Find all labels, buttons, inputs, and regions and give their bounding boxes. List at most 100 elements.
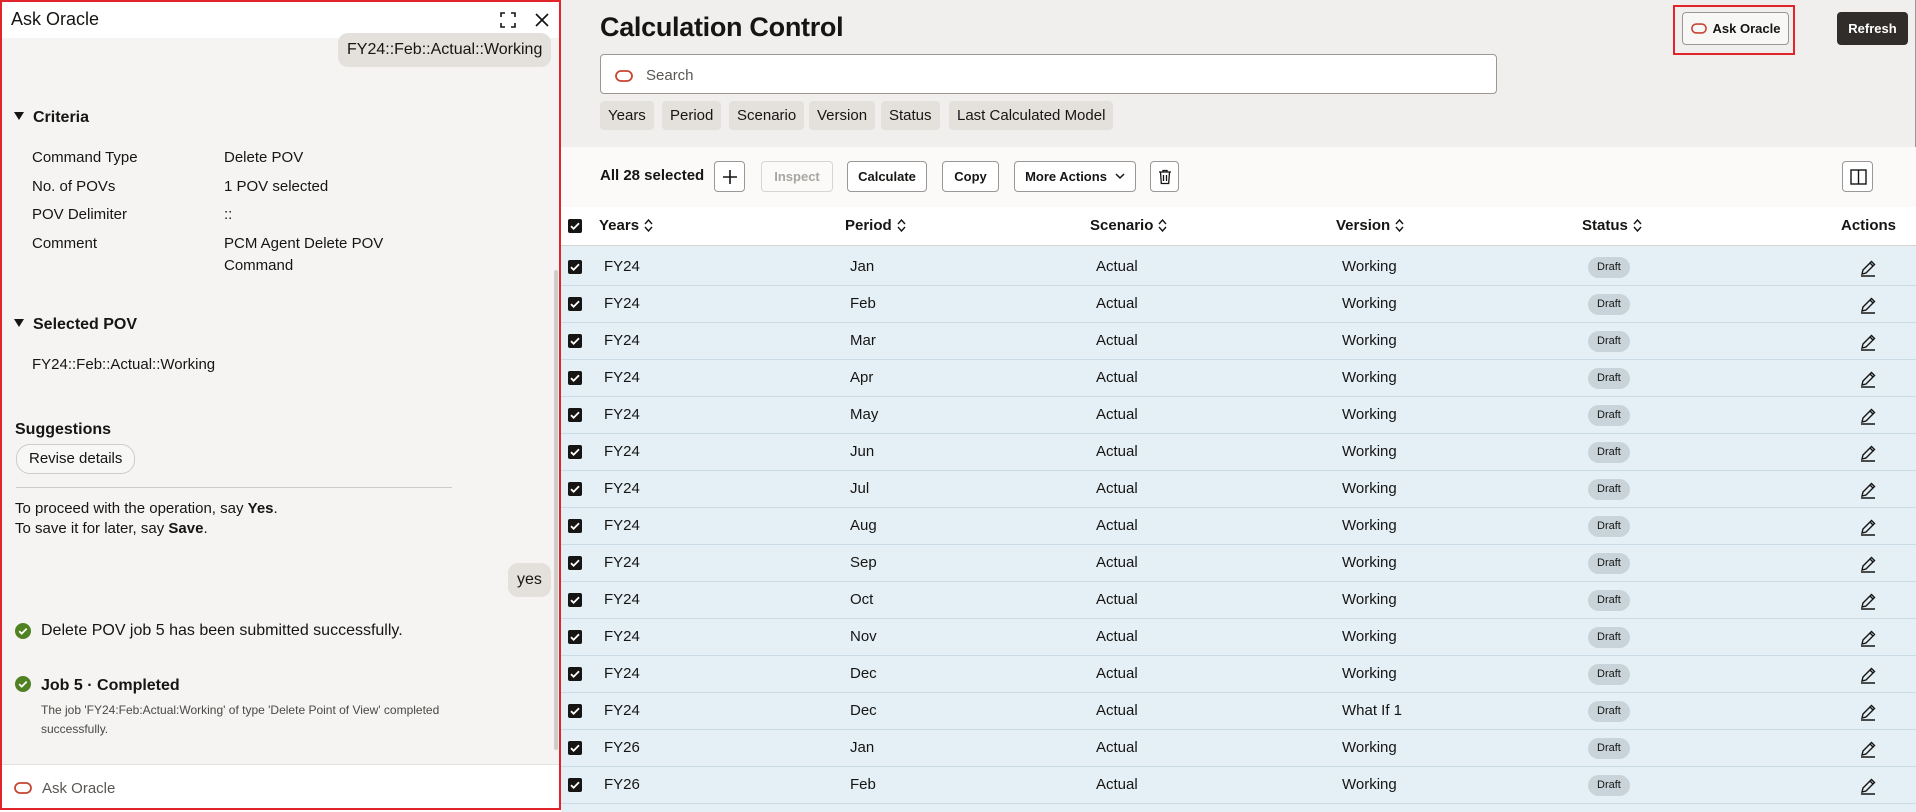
table-row[interactable]: FY24 Sep Actual Working Draft — [561, 545, 1916, 582]
edit-icon[interactable] — [1859, 518, 1877, 536]
select-all-checkbox[interactable] — [568, 219, 582, 233]
table-row[interactable]: FY24 Apr Actual Working Draft — [561, 360, 1916, 397]
row-checkbox[interactable] — [568, 556, 582, 570]
row-checkbox[interactable] — [568, 593, 582, 607]
more-actions-button[interactable]: More Actions — [1014, 161, 1136, 192]
row-checkbox[interactable] — [568, 260, 582, 274]
criteria-label: No. of POVs — [32, 178, 116, 195]
edit-icon[interactable] — [1859, 592, 1877, 610]
selected-pov-section-toggle[interactable]: Selected POV — [14, 316, 137, 334]
edit-icon[interactable] — [1859, 666, 1877, 684]
filter-chip-version[interactable]: Version — [809, 101, 876, 130]
column-header-status[interactable]: Status — [1582, 217, 1642, 234]
table-row[interactable]: FY24 Jul Actual Working Draft — [561, 471, 1916, 508]
cell-years: FY24 — [604, 554, 640, 571]
filter-chip-years[interactable]: Years — [600, 101, 654, 130]
cell-version: Working — [1342, 517, 1397, 534]
table-row[interactable]: FY24 Oct Actual Working Draft — [561, 582, 1916, 619]
calculate-button[interactable]: Calculate — [847, 161, 927, 192]
cell-years: FY24 — [604, 443, 640, 460]
column-header-scenario[interactable]: Scenario — [1090, 217, 1167, 234]
refresh-button[interactable]: Refresh — [1837, 12, 1908, 45]
cell-years: FY24 — [604, 665, 640, 682]
close-icon[interactable] — [533, 11, 551, 29]
status-badge: Draft — [1588, 775, 1630, 796]
column-header-version[interactable]: Version — [1336, 217, 1404, 234]
edit-icon[interactable] — [1859, 777, 1877, 795]
cell-version: Working — [1342, 480, 1397, 497]
cell-scenario: Actual — [1096, 295, 1138, 312]
cell-scenario: Actual — [1096, 369, 1138, 386]
row-checkbox[interactable] — [568, 519, 582, 533]
suggestions-heading: Suggestions — [15, 421, 112, 438]
edit-icon[interactable] — [1859, 259, 1877, 277]
copy-button[interactable]: Copy — [942, 161, 999, 192]
detail-panel-toggle[interactable] — [1842, 161, 1873, 192]
row-checkbox[interactable] — [568, 630, 582, 644]
edit-icon[interactable] — [1859, 444, 1877, 462]
add-button[interactable] — [714, 161, 745, 192]
cell-version: Working — [1342, 295, 1397, 312]
user-message-bubble: FY24::Feb::Actual::Working — [338, 33, 552, 67]
edit-icon[interactable] — [1859, 481, 1877, 499]
status-badge: Draft — [1588, 479, 1630, 500]
table-row[interactable]: FY24 Jun Actual Working Draft — [561, 434, 1916, 471]
delete-button[interactable] — [1150, 161, 1179, 192]
row-checkbox[interactable] — [568, 667, 582, 681]
row-checkbox[interactable] — [568, 778, 582, 792]
edit-icon[interactable] — [1859, 629, 1877, 647]
row-checkbox[interactable] — [568, 297, 582, 311]
revise-details-chip[interactable]: Revise details — [16, 444, 136, 474]
panel-scrollbar[interactable] — [554, 270, 558, 750]
table-row[interactable]: FY24 Nov Actual Working Draft — [561, 619, 1916, 656]
row-checkbox[interactable] — [568, 445, 582, 459]
row-checkbox[interactable] — [568, 371, 582, 385]
table-row[interactable]: FY24 Feb Actual Working Draft — [561, 286, 1916, 323]
edit-icon[interactable] — [1859, 370, 1877, 388]
column-header-years[interactable]: Years — [599, 217, 653, 234]
calculation-control-page: Calculation Control Ask Oracle Refresh Y… — [561, 0, 1916, 812]
filter-chip-status[interactable]: Status — [881, 101, 940, 130]
status-badge: Draft — [1588, 516, 1630, 537]
filter-chip-last-calculated-model[interactable]: Last Calculated Model — [949, 101, 1114, 130]
row-checkbox[interactable] — [568, 408, 582, 422]
cell-scenario: Actual — [1096, 591, 1138, 608]
edit-icon[interactable] — [1859, 296, 1877, 314]
table-row[interactable]: FY26 Jan Actual Working Draft — [561, 730, 1916, 767]
filter-chip-scenario[interactable]: Scenario — [729, 101, 805, 130]
cell-scenario: Actual — [1096, 332, 1138, 349]
table-row[interactable]: FY24 May Actual Working Draft — [561, 397, 1916, 434]
edit-icon[interactable] — [1859, 333, 1877, 351]
column-header-period[interactable]: Period — [845, 217, 906, 234]
cell-years: FY26 — [604, 739, 640, 756]
table-row[interactable]: FY24 Jan Actual Working Draft — [561, 249, 1916, 286]
plus-icon — [722, 169, 737, 184]
table-row[interactable]: FY24 Aug Actual Working Draft — [561, 508, 1916, 545]
row-checkbox[interactable] — [568, 741, 582, 755]
cell-version: Working — [1342, 591, 1397, 608]
table-row[interactable]: FY26 Feb Actual Working Draft — [561, 767, 1916, 804]
selected-pov-value: FY24::Feb::Actual::Working — [32, 356, 216, 373]
ask-oracle-button-label: Ask Oracle — [1712, 21, 1781, 36]
filter-chip-period[interactable]: Period — [662, 101, 722, 130]
edit-icon[interactable] — [1859, 740, 1877, 758]
check-circle-icon — [15, 623, 31, 639]
criteria-section-toggle[interactable]: Criteria — [14, 109, 89, 127]
edit-icon[interactable] — [1859, 555, 1877, 573]
chevron-down-icon — [1115, 173, 1125, 180]
table-row[interactable]: FY24 Dec Actual Working Draft — [561, 656, 1916, 693]
ask-oracle-input[interactable] — [42, 775, 542, 801]
search-input[interactable] — [646, 64, 1466, 86]
expand-icon[interactable] — [499, 11, 517, 29]
status-badge: Draft — [1588, 368, 1630, 389]
ask-oracle-button[interactable]: Ask Oracle — [1682, 12, 1789, 45]
row-checkbox[interactable] — [568, 334, 582, 348]
edit-icon[interactable] — [1859, 703, 1877, 721]
edit-icon[interactable] — [1859, 407, 1877, 425]
oracle-logo-icon — [1690, 23, 1707, 34]
table-row[interactable]: FY24 Mar Actual Working Draft — [561, 323, 1916, 360]
inspect-button[interactable]: Inspect — [761, 161, 833, 192]
row-checkbox[interactable] — [568, 482, 582, 496]
row-checkbox[interactable] — [568, 704, 582, 718]
table-row[interactable]: FY24 Dec Actual What If 1 Draft — [561, 693, 1916, 730]
